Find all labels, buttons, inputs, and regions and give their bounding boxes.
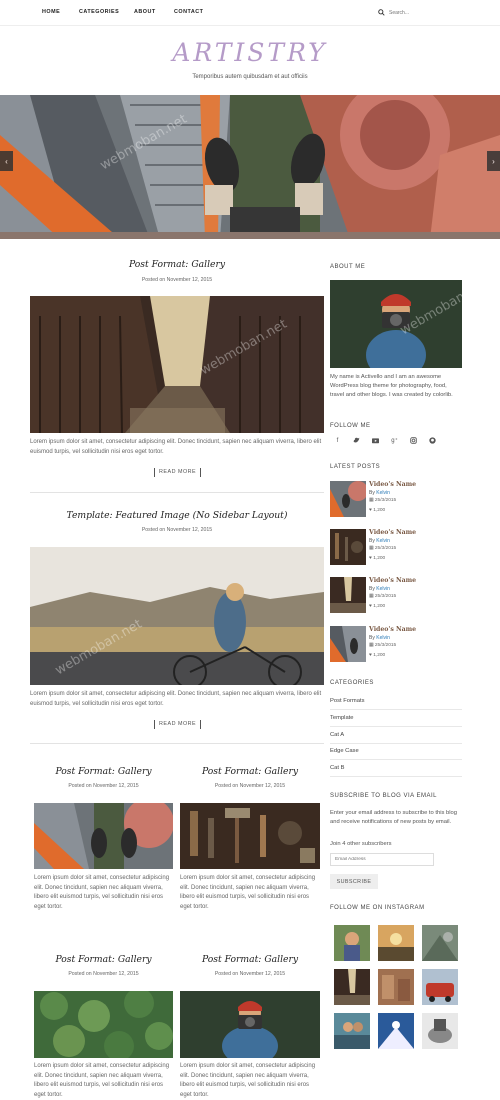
latest-post-date: ▦ 25/3/2015 xyxy=(369,546,397,551)
google-plus-icon[interactable]: g⁺ xyxy=(391,437,398,444)
facebook-icon[interactable]: f xyxy=(334,437,341,444)
nav-home[interactable]: HOME xyxy=(42,9,60,15)
slider-next-button[interactable]: › xyxy=(487,151,500,171)
latest-post-views: ♥ 1,200 xyxy=(369,556,386,561)
grid-post-title[interactable]: Post Format: Gallery xyxy=(180,766,320,777)
grid-post-excerpt: Lorem ipsum dolor sit amet, consectetur … xyxy=(34,875,170,910)
post-meta: Posted on November 12, 2015 xyxy=(141,277,213,283)
latest-post-thumb[interactable] xyxy=(330,577,366,613)
email-field[interactable] xyxy=(330,853,434,866)
grid-post-excerpt: Lorem ipsum dolor sit amet, consectetur … xyxy=(180,875,316,910)
grid-post-meta: Posted on November 12, 2015 xyxy=(68,971,139,977)
hero-bottom-bar xyxy=(0,232,500,239)
instagram-photo[interactable] xyxy=(422,969,458,1005)
instagram-photo[interactable] xyxy=(334,1013,370,1049)
post-title[interactable]: Template: Featured Image (No Sidebar Lay… xyxy=(30,510,324,521)
latest-post-thumb[interactable] xyxy=(330,626,366,662)
social-icons: f g⁺ xyxy=(334,437,436,444)
slider-prev-button[interactable]: ‹ xyxy=(0,151,13,171)
post-image-street[interactable] xyxy=(30,296,324,433)
latest-post-author: By Kelvin xyxy=(369,635,390,641)
twitter-icon[interactable] xyxy=(353,437,360,444)
grid-post-image-city[interactable] xyxy=(34,803,173,869)
hero-image xyxy=(0,95,500,239)
grid-post-meta: Posted on November 12, 2015 xyxy=(214,783,286,789)
latest-post-author: By Kelvin xyxy=(369,586,390,592)
post-divider xyxy=(30,743,324,744)
post-meta: Posted on November 12, 2015 xyxy=(141,527,213,533)
sidebar-heading-instagram: FOLLOW ME ON INSTAGRAM xyxy=(330,905,425,911)
read-more-button[interactable]: READ MORE xyxy=(154,720,202,729)
grid-post-title[interactable]: Post Format: Gallery xyxy=(34,766,173,777)
grid-post-excerpt: Lorem ipsum dolor sit amet, consectetur … xyxy=(180,1063,316,1098)
grid-post-image-tools[interactable] xyxy=(180,803,320,869)
category-item[interactable]: Post Formats xyxy=(330,698,462,710)
category-item[interactable]: Template xyxy=(330,715,462,727)
latest-post-author: By Kelvin xyxy=(369,538,390,544)
hero-slider: ‹ › xyxy=(0,95,500,239)
latest-post-date: ▦ 25/3/2015 xyxy=(369,594,397,599)
instagram-photo[interactable] xyxy=(334,969,370,1005)
instagram-photo[interactable] xyxy=(422,1013,458,1049)
post-divider xyxy=(30,492,324,493)
post-title[interactable]: Post Format: Gallery xyxy=(30,259,324,270)
sidebar-heading-categories: CATEGORIES xyxy=(330,680,374,686)
about-me-image xyxy=(330,280,462,368)
nav-about[interactable]: ABOUT xyxy=(134,9,156,15)
search-icon[interactable] xyxy=(378,9,385,16)
sidebar-heading-latest: LATEST POSTS xyxy=(330,464,381,470)
search-input[interactable] xyxy=(389,9,459,16)
nav-categories[interactable]: CATEGORIES xyxy=(79,9,119,15)
grid-post-image-photographer[interactable] xyxy=(180,991,320,1058)
top-navigation: HOME CATEGORIES ABOUT CONTACT xyxy=(0,0,500,26)
subscribe-button[interactable]: SUBSCRIBE xyxy=(330,874,378,889)
about-me-text: My name is Activello and I am an awesome… xyxy=(330,374,453,398)
subscribe-text: Enter your email address to subscribe to… xyxy=(330,810,457,825)
sidebar-heading-about: ABOUT ME xyxy=(330,264,366,270)
read-more-button[interactable]: READ MORE xyxy=(154,468,202,477)
instagram-photo[interactable] xyxy=(378,1013,414,1049)
youtube-icon[interactable] xyxy=(372,437,379,444)
latest-post-author: By Kelvin xyxy=(369,490,390,496)
latest-post-date: ▦ 25/3/2015 xyxy=(369,498,397,503)
latest-post-title[interactable]: Video's Name xyxy=(369,626,416,633)
grid-post-excerpt: Lorem ipsum dolor sit amet, consectetur … xyxy=(34,1063,170,1098)
latest-post-date: ▦ 25/3/2015 xyxy=(369,643,397,648)
subscriber-count: Join 4 other subscribers xyxy=(330,841,392,847)
latest-post-thumb[interactable] xyxy=(330,481,366,517)
grid-post-meta: Posted on November 12, 2015 xyxy=(68,783,139,789)
category-item[interactable]: Cat A xyxy=(330,732,462,744)
latest-post-thumb[interactable] xyxy=(330,529,366,565)
site-tagline: Temporibus autem quibusdam et aut offici… xyxy=(192,74,308,80)
instagram-photo[interactable] xyxy=(422,925,458,961)
latest-post-title[interactable]: Video's Name xyxy=(369,529,416,536)
category-item[interactable]: Edge Case xyxy=(330,748,462,760)
github-icon[interactable] xyxy=(429,437,436,444)
nav-contact[interactable]: CONTACT xyxy=(174,9,203,15)
latest-post-views: ♥ 1,200 xyxy=(369,508,386,513)
site-logo[interactable]: ARTISTRY xyxy=(0,38,500,67)
latest-post-views: ♥ 1,200 xyxy=(369,604,386,609)
grid-post-title[interactable]: Post Format: Gallery xyxy=(180,954,320,965)
instagram-icon[interactable] xyxy=(410,437,417,444)
post-image-bicycle[interactable] xyxy=(30,547,324,685)
post-excerpt: Lorem ipsum dolor sit amet, consectetur … xyxy=(30,439,322,455)
category-item[interactable]: Cat B xyxy=(330,765,462,777)
grid-post-title[interactable]: Post Format: Gallery xyxy=(34,954,173,965)
grid-post-image-plants[interactable] xyxy=(34,991,173,1058)
instagram-photo[interactable] xyxy=(378,925,414,961)
nav-search xyxy=(378,9,459,16)
post-excerpt: Lorem ipsum dolor sit amet, consectetur … xyxy=(30,691,322,707)
latest-post-views: ♥ 1,200 xyxy=(369,653,386,658)
sidebar-heading-follow: FOLLOW ME xyxy=(330,423,371,429)
latest-post-title[interactable]: Video's Name xyxy=(369,577,416,584)
sidebar-heading-subscribe: SUBSCRIBE TO BLOG VIA EMAIL xyxy=(330,793,437,799)
grid-post-meta: Posted on November 12, 2015 xyxy=(214,971,286,977)
instagram-photo[interactable] xyxy=(378,969,414,1005)
latest-post-title[interactable]: Video's Name xyxy=(369,481,416,488)
instagram-photo[interactable] xyxy=(334,925,370,961)
